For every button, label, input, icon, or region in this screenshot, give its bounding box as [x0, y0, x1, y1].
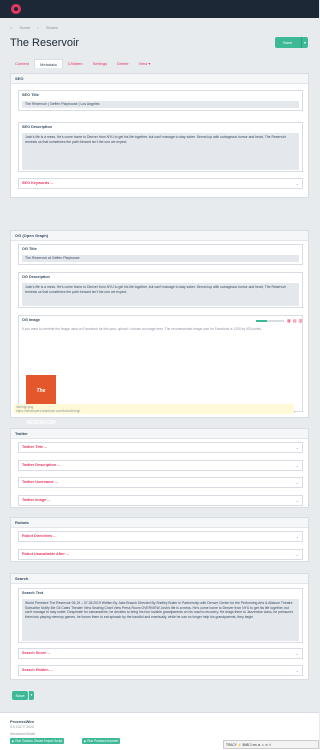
og-notes: /site/ogi.png https://developers.faceboo…: [14, 404, 294, 414]
og-image-thumbnail[interactable]: The RESERVOIR: [26, 375, 56, 426]
run-podcast-importer-label: Run Podcast Importer: [87, 739, 119, 743]
chevron-down-icon[interactable]: ⌄: [296, 668, 299, 673]
robot-directives-field: Robot Directives ... ⌄: [18, 531, 303, 542]
search-text-textarea[interactable]: World Premiere The Reservoir 06.19 – 07.…: [22, 599, 299, 641]
run-podcast-importer-button[interactable]: ▶ Run Podcast Importer: [82, 738, 121, 744]
search-text-label[interactable]: Search Text: [19, 589, 302, 598]
search-hidden-label[interactable]: Search Hidden ...: [19, 666, 302, 675]
run-import-script-button[interactable]: ▶ Run Toolbox Obsee Import Script: [10, 738, 65, 744]
twitter-title-field: Twitter Title ... ⌄: [18, 442, 303, 453]
tab-content[interactable]: Content: [10, 59, 34, 68]
seo-title-label[interactable]: SEO Title: [19, 91, 302, 100]
og-title-input[interactable]: The Reservoir at Geffen Playhouse: [22, 255, 299, 262]
search-heading[interactable]: Search: [11, 574, 308, 584]
seo-description-label[interactable]: SEO Description: [19, 123, 302, 132]
home-icon[interactable]: ⌂: [10, 25, 12, 30]
top-navbar: [0, 0, 319, 18]
bottom-save-button[interactable]: Save: [12, 691, 28, 700]
chevron-down-icon[interactable]: ⌄: [296, 445, 299, 450]
tab-metadata[interactable]: Metadata: [34, 59, 63, 68]
footer-mode: Advanced Mode: [10, 732, 36, 736]
search-score-label[interactable]: Search Score ...: [19, 649, 302, 658]
footer-version: 3.0.142 © 2024: [10, 725, 34, 729]
og-image-field: OG Image ▦▤▥ If you want to override the…: [18, 315, 304, 426]
twitter-image-label[interactable]: Twitter Image ...: [19, 496, 302, 505]
seo-heading[interactable]: SEO: [11, 74, 308, 84]
chevron-down-icon[interactable]: ⌄: [296, 534, 299, 539]
chevron-down-icon[interactable]: ⌄: [296, 463, 299, 468]
tab-settings[interactable]: Settings: [88, 59, 112, 68]
search-card: Search Search Text World Premiere The Re…: [10, 573, 309, 680]
robot-unavailable-field: Robot Unavailable After ... ⌄: [18, 549, 303, 560]
seo-description-field: SEO Description Josh's life is a mess. H…: [18, 122, 303, 172]
og-description-textarea[interactable]: Josh's life is a mess. He's come home to…: [22, 283, 299, 306]
tab-delete[interactable]: Delete: [112, 59, 134, 68]
twitter-username-field: Twitter Username ... ⌄: [18, 477, 303, 488]
chevron-down-icon[interactable]: ⌄: [296, 181, 299, 186]
search-text-field: Search Text World Premiere The Reservoir…: [18, 588, 303, 643]
og-description-field: OG Description Josh's life is a mess. He…: [18, 272, 303, 308]
seo-description-textarea[interactable]: Josh's life is a mess. He's come home to…: [22, 133, 299, 170]
footer-app-name: ProcessWire: [10, 719, 35, 724]
view-mode-icons[interactable]: ▦▤▥: [287, 318, 304, 323]
tab-bar: Content Metadata Children Settings Delet…: [10, 59, 155, 68]
seo-title-input[interactable]: The Reservoir | Geffen Playhouse | Los A…: [22, 101, 299, 108]
save-dropdown-divider: [301, 37, 302, 48]
og-card: OG (Open Graph) OG Title The Reservoir a…: [10, 230, 309, 426]
og-heading[interactable]: OG (Open Graph): [11, 231, 308, 241]
seo-keywords-label[interactable]: SEO Keywords ...: [19, 179, 302, 188]
chevron-down-icon[interactable]: ⌄: [296, 480, 299, 485]
robots-card: Robots Robot Directives ... ⌄ Robot Unava…: [10, 517, 309, 562]
seo-title-field: SEO Title The Reservoir | Geffen Playhou…: [18, 90, 303, 111]
og-description-label[interactable]: OG Description: [19, 273, 302, 282]
twitter-description-field: Twitter Description ... ⌄: [18, 460, 303, 471]
chevron-down-icon[interactable]: ⌄: [296, 651, 299, 656]
robots-heading[interactable]: Robots: [11, 518, 308, 528]
chevron-down-icon: ▾: [148, 61, 151, 66]
seo-card: SEO SEO Title The Reservoir | Geffen Pla…: [10, 73, 309, 198]
twitter-description-label[interactable]: Twitter Description ...: [19, 461, 302, 470]
breadcrumb-shows[interactable]: Shows: [46, 25, 58, 30]
search-score-field: Search Score ... ⌄: [18, 648, 303, 659]
og-title-label[interactable]: OG Title: [19, 245, 302, 254]
page-title: The Reservoir: [10, 37, 80, 49]
og-title-field: OG Title The Reservoir at Geffen Playhou…: [18, 244, 303, 265]
chevron-down-icon[interactable]: ⌄: [296, 498, 299, 503]
chevron-down-icon[interactable]: ⌄: [296, 552, 299, 557]
save-button[interactable]: Save: [275, 37, 308, 48]
og-url-2[interactable]: https://developers.facebook.com/tools/de…: [16, 409, 292, 413]
breadcrumb: ⌂ Home › Shows: [10, 25, 64, 30]
twitter-heading[interactable]: Twitter: [11, 429, 308, 439]
run-import-script-label: Run Toolbox Obsee Import Script: [15, 739, 63, 743]
tab-children[interactable]: Children: [63, 59, 88, 68]
save-dropdown-toggle[interactable]: ▾: [29, 691, 34, 700]
tab-view[interactable]: View ▾: [134, 59, 156, 68]
twitter-title-label[interactable]: Twitter Title ...: [19, 443, 302, 452]
tracy-debug-bar[interactable]: TRACY ⚡ 8MB 2 ms ⚙ ⚠ ✉ ⏱: [223, 740, 319, 749]
og-image-help: If you want to override the image used o…: [22, 327, 262, 331]
twitter-image-field: Twitter Image ... ⌄: [18, 495, 303, 506]
search-hidden-field: Search Hidden ... ⌄: [18, 665, 303, 676]
processwire-logo-icon[interactable]: [11, 4, 21, 14]
save-label: Save: [283, 40, 293, 45]
seo-keywords-field: SEO Keywords ... ⌄: [18, 178, 303, 189]
robot-unavailable-label[interactable]: Robot Unavailable After ...: [19, 550, 302, 559]
breadcrumb-sep: ›: [37, 25, 39, 30]
robot-directives-label[interactable]: Robot Directives ...: [19, 532, 302, 541]
upload-progress-bar: [256, 320, 284, 322]
breadcrumb-home[interactable]: Home: [20, 25, 31, 30]
tab-view-label: View: [138, 61, 148, 66]
twitter-username-label[interactable]: Twitter Username ...: [19, 478, 302, 487]
twitter-card: Twitter Twitter Title ... ⌄ Twitter Descr…: [10, 428, 309, 508]
